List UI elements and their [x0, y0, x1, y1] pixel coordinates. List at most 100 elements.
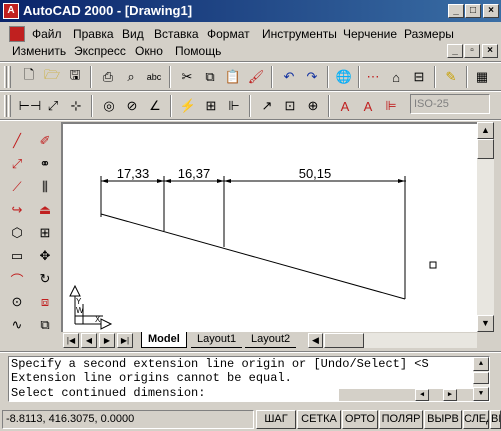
dimension-update-icon[interactable]: ⊫	[380, 95, 402, 117]
scroll-up-icon[interactable]: ▲	[477, 122, 494, 139]
paste-icon[interactable]: 📋	[222, 66, 244, 88]
command-horizontal-scrollbar[interactable]: ◀ ▶	[339, 389, 473, 401]
spell-check-icon[interactable]: abc	[143, 66, 165, 88]
toolbar-grip[interactable]	[4, 95, 7, 117]
design-center-icon[interactable]: ▦	[471, 66, 493, 88]
vertical-scrollbar[interactable]: ▲ ▼	[477, 122, 494, 332]
dimension-text-edit-icon[interactable]: A	[357, 95, 379, 117]
properties-icon[interactable]: ✎	[440, 66, 462, 88]
diameter-dimension-icon[interactable]: ⊘	[121, 95, 143, 117]
mirror-icon[interactable]: ⫼	[34, 176, 56, 198]
minimize-button[interactable]: _	[448, 4, 464, 18]
tolerance-icon[interactable]: ⊡	[279, 95, 301, 117]
redo-icon[interactable]: ↷	[301, 66, 323, 88]
rotate-icon[interactable]: ↻	[34, 268, 56, 290]
drawing-canvas[interactable]: 17,33 16,37 50,15 Y W X	[61, 122, 477, 332]
polyline-icon[interactable]: ⟋	[6, 176, 28, 198]
ucs-icon[interactable]: ⊟	[408, 66, 430, 88]
linear-dimension-icon[interactable]: ⊢⊣	[19, 95, 42, 117]
menu-format[interactable]: Формат	[207, 27, 250, 41]
erase-icon[interactable]: ✐	[34, 130, 56, 152]
scroll-thumb[interactable]	[477, 139, 494, 159]
toolbar-grip[interactable]	[4, 66, 7, 88]
osnap-toggle[interactable]: ВЫРВ	[424, 410, 462, 429]
menu-file[interactable]: Файл	[32, 27, 62, 41]
menu-window[interactable]: Окно	[135, 44, 163, 58]
title-bar[interactable]: A AutoCAD 2000 - [Drawing1] _ □ ×	[0, 0, 501, 22]
autocad-app-icon[interactable]: A	[3, 3, 19, 19]
doc-restore-button[interactable]: ▫	[464, 44, 480, 58]
cmd-scroll-thumb[interactable]	[473, 372, 489, 384]
coordinate-readout[interactable]: -8.8113, 416.3075, 0.0000	[2, 410, 254, 429]
cut-icon[interactable]: ✂	[176, 66, 198, 88]
internet-icon[interactable]: 🌐	[333, 66, 355, 88]
command-window[interactable]: Specify a second extension line origin o…	[8, 356, 490, 402]
polar-toggle[interactable]: ПОЛЯР	[379, 410, 423, 429]
dim-style-select[interactable]: ISO-25	[410, 94, 490, 114]
close-button[interactable]: ×	[483, 4, 499, 18]
print-preview-icon[interactable]: ⌕	[120, 66, 142, 88]
menu-view[interactable]: Вид	[122, 27, 144, 41]
menu-edit[interactable]: Правка	[73, 27, 114, 41]
doc-close-button[interactable]: ×	[482, 44, 498, 58]
cmd-scroll-up-icon[interactable]: ▲	[473, 357, 489, 371]
lineweight-toggle[interactable]: ВЕ	[490, 410, 501, 429]
menu-dimension[interactable]: Размеры	[404, 27, 454, 41]
tab-model[interactable]: Model	[141, 332, 187, 348]
stretch-icon[interactable]: ⧉	[34, 314, 56, 336]
otrack-toggle[interactable]: СЛЕД	[463, 410, 489, 429]
print-icon[interactable]: ⎙	[97, 66, 119, 88]
menu-draw[interactable]: Черчение	[343, 27, 397, 41]
construction-line-icon[interactable]: ⤢	[6, 153, 28, 175]
menu-tools[interactable]: Инструменты	[262, 27, 337, 41]
scale-icon[interactable]: ⧈	[34, 291, 56, 313]
continue-dimension-icon[interactable]: ⊩	[223, 95, 245, 117]
open-folder-icon[interactable]: 🗁	[41, 66, 63, 88]
toolbar-grip[interactable]	[8, 95, 11, 117]
cmd-scroll-left-icon[interactable]: ◀	[415, 389, 429, 401]
tab-layout1[interactable]: Layout1	[191, 332, 243, 348]
cmd-scroll-right-icon[interactable]: ▶	[443, 389, 457, 401]
polygon-icon[interactable]: ↪	[6, 199, 28, 221]
maximize-button[interactable]: □	[465, 4, 481, 18]
menu-modify[interactable]: Изменить	[12, 44, 66, 58]
first-tab-icon[interactable]: |◀	[63, 333, 79, 348]
ortho-toggle[interactable]: ОРТО	[342, 410, 378, 429]
match-properties-icon[interactable]: 🖌	[245, 66, 267, 88]
scroll-left-icon[interactable]: ◀	[308, 333, 323, 348]
doc-minimize-button[interactable]: _	[447, 44, 463, 58]
baseline-dimension-icon[interactable]: ⊞	[200, 95, 222, 117]
command-vertical-scrollbar[interactable]: ▲ ▼	[473, 357, 489, 401]
new-file-icon[interactable]: 🗋	[18, 66, 40, 88]
tab-layout2[interactable]: Layout2	[245, 332, 297, 348]
copy-icon[interactable]: ⧉	[199, 66, 221, 88]
move-icon[interactable]: ✥	[34, 245, 56, 267]
copy-object-icon[interactable]: ⚭	[34, 153, 56, 175]
circle-icon[interactable]: ⊙	[6, 291, 28, 313]
grid-toggle[interactable]: СЕТКА	[297, 410, 341, 429]
menu-help[interactable]: Помощь	[175, 44, 221, 58]
menu-insert[interactable]: Вставка	[154, 27, 199, 41]
line-icon[interactable]: ╱	[6, 130, 28, 152]
angular-dimension-icon[interactable]: ∠	[144, 95, 166, 117]
next-tab-icon[interactable]: ▶	[99, 333, 115, 348]
menu-express[interactable]: Экспресс	[74, 44, 126, 58]
dimension-edit-icon[interactable]: A	[334, 95, 356, 117]
radius-dimension-icon[interactable]: ◎	[98, 95, 120, 117]
array-icon[interactable]: ⊞	[34, 222, 56, 244]
horizontal-scrollbar[interactable]: ◀ ▶	[308, 333, 494, 348]
save-icon[interactable]: 🖫	[64, 66, 86, 88]
quick-dimension-icon[interactable]: ⚡	[177, 95, 199, 117]
prev-tab-icon[interactable]: ◀	[81, 333, 97, 348]
scroll-thumb[interactable]	[324, 333, 364, 348]
center-mark-icon[interactable]: ⊕	[302, 95, 324, 117]
snap-toggle[interactable]: ШАГ	[256, 410, 296, 429]
tracking-icon[interactable]: ⋯	[362, 66, 384, 88]
spline-icon[interactable]: ∿	[6, 314, 28, 336]
undo-icon[interactable]: ↶	[278, 66, 300, 88]
leader-icon[interactable]: ↗	[256, 95, 278, 117]
hexagon-icon[interactable]: ⬡	[6, 222, 28, 244]
ordinate-dimension-icon[interactable]: ⊹	[65, 95, 87, 117]
aligned-dimension-icon[interactable]: ⤢	[42, 95, 64, 117]
cmd-scroll-down-icon[interactable]: ▼	[473, 387, 489, 401]
